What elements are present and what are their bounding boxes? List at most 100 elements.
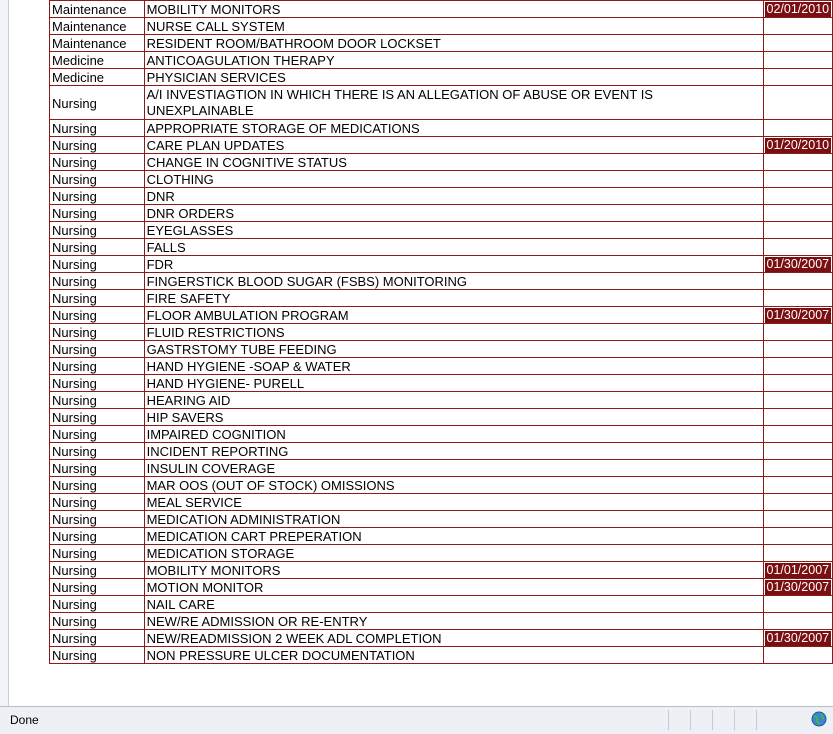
date-cell [762, 238, 833, 256]
department-cell: Nursing [49, 170, 145, 188]
table-row: Nursing DNR [49, 187, 833, 205]
date-cell [762, 527, 833, 545]
topic-cell: ANTICOAGULATION THERAPY [143, 51, 764, 69]
topic-cell: A/I INVESTIAGTION IN WHICH THERE IS AN A… [143, 85, 764, 120]
department-cell: Nursing [49, 595, 145, 613]
department-cell: Nursing [49, 306, 145, 324]
department-cell: Nursing [49, 459, 145, 477]
date-cell [762, 323, 833, 341]
table-row: Nursing MEDICATION STORAGE [49, 544, 833, 562]
department-cell: Nursing [49, 629, 145, 647]
date-cell [762, 476, 833, 494]
department-cell: Nursing [49, 476, 145, 494]
department-cell: Nursing [49, 238, 145, 256]
department-cell: Maintenance [49, 17, 145, 35]
page-content[interactable]: Maintenance MOBILITY MONITORS 02/01/2010 Ma… [9, 0, 833, 706]
date-cell: 01/30/2007 [762, 578, 833, 596]
left-pane-edge [0, 0, 9, 706]
date-cell: 02/01/2010 [762, 0, 833, 18]
topic-cell: RESIDENT ROOM/BATHROOM DOOR LOCKSET [143, 34, 764, 52]
department-cell: Nursing [49, 255, 145, 273]
date-cell [762, 51, 833, 69]
table-row: Nursing NEW/READMISSION 2 WEEK ADL COMPLE… [49, 629, 833, 647]
date-cell [762, 391, 833, 409]
topic-cell: PHYSICIAN SERVICES [143, 68, 764, 86]
date-cell [762, 493, 833, 511]
topic-cell: MEDICATION CART PREPERATION [143, 527, 764, 545]
topic-cell: FALLS [143, 238, 764, 256]
date-cell [762, 68, 833, 86]
topic-cell: FLUID RESTRICTIONS [143, 323, 764, 341]
department-cell: Nursing [49, 340, 145, 358]
table-row: Nursing CLOTHING [49, 170, 833, 188]
table-row: Maintenance RESIDENT ROOM/BATHROOM DOOR L… [49, 34, 833, 52]
date-badge: 01/20/2010 [764, 137, 831, 153]
date-cell [762, 357, 833, 375]
table-row: Nursing HAND HYGIENE- PURELL [49, 374, 833, 392]
date-cell: 01/30/2007 [762, 255, 833, 273]
department-cell: Nursing [49, 153, 145, 171]
department-cell: Nursing [49, 85, 145, 120]
table-row: Medicine ANTICOAGULATION THERAPY [49, 51, 833, 69]
date-cell [762, 595, 833, 613]
topic-cell: INCIDENT REPORTING [143, 442, 764, 460]
table-row: Nursing IMPAIRED COGNITION [49, 425, 833, 443]
status-segment [668, 710, 691, 730]
table-row: Nursing NAIL CARE [49, 595, 833, 613]
table-row: Maintenance NURSE CALL SYSTEM [49, 17, 833, 35]
table-row: Medicine PHYSICIAN SERVICES [49, 68, 833, 86]
table-row: Nursing MEDICATION ADMINISTRATION [49, 510, 833, 528]
date-cell: 01/20/2010 [762, 136, 833, 154]
table-row: Nursing MEAL SERVICE [49, 493, 833, 511]
table-row: Nursing FLUID RESTRICTIONS [49, 323, 833, 341]
date-badge: 01/30/2007 [764, 307, 831, 323]
table-row: Nursing INSULIN COVERAGE [49, 459, 833, 477]
table-row: Nursing NEW/RE ADMISSION OR RE-ENTRY [49, 612, 833, 630]
department-cell: Nursing [49, 119, 145, 137]
topic-cell: HAND HYGIENE -SOAP & WATER [143, 357, 764, 375]
status-segment [756, 710, 807, 730]
topic-cell: CHANGE IN COGNITIVE STATUS [143, 153, 764, 171]
table-row: Nursing NON PRESSURE ULCER DOCUMENTATION [49, 646, 833, 664]
topic-cell: NEW/READMISSION 2 WEEK ADL COMPLETION [143, 629, 764, 647]
date-cell [762, 204, 833, 222]
topic-cell: CLOTHING [143, 170, 764, 188]
date-cell [762, 34, 833, 52]
status-bar: Done [0, 706, 833, 734]
department-cell: Medicine [49, 68, 145, 86]
table-row: Nursing FLOOR AMBULATION PROGRAM 01/30/200… [49, 306, 833, 324]
department-cell: Nursing [49, 544, 145, 562]
topic-cell: MEDICATION ADMINISTRATION [143, 510, 764, 528]
date-cell [762, 544, 833, 562]
department-cell: Nursing [49, 221, 145, 239]
topic-cell: DNR ORDERS [143, 204, 764, 222]
date-cell: 01/30/2007 [762, 629, 833, 647]
date-cell [762, 221, 833, 239]
date-cell [762, 425, 833, 443]
topic-cell: HAND HYGIENE- PURELL [143, 374, 764, 392]
topic-cell: MOTION MONITOR [143, 578, 764, 596]
topic-cell: NEW/RE ADMISSION OR RE-ENTRY [143, 612, 764, 630]
date-cell [762, 187, 833, 205]
table-row: Nursing FDR 01/30/2007 [49, 255, 833, 273]
date-cell [762, 510, 833, 528]
table-row: Nursing MOBILITY MONITORS 01/01/2007 [49, 561, 833, 579]
department-cell: Nursing [49, 204, 145, 222]
topic-cell: MOBILITY MONITORS [143, 0, 764, 18]
date-badge: 01/01/2007 [764, 562, 831, 578]
date-badge: 01/30/2007 [764, 579, 831, 595]
department-cell: Nursing [49, 442, 145, 460]
department-cell: Nursing [49, 391, 145, 409]
table-row: Nursing MOTION MONITOR 01/30/2007 [49, 578, 833, 596]
globe-icon [811, 711, 827, 727]
topic-cell: HEARING AID [143, 391, 764, 409]
topic-cell: APPROPRIATE STORAGE OF MEDICATIONS [143, 119, 764, 137]
department-cell: Maintenance [49, 34, 145, 52]
topic-cell: MOBILITY MONITORS [143, 561, 764, 579]
department-cell: Nursing [49, 374, 145, 392]
date-cell [762, 646, 833, 664]
status-segment [734, 710, 757, 730]
topic-cell: GASTRSTOMY TUBE FEEDING [143, 340, 764, 358]
department-cell: Nursing [49, 527, 145, 545]
topic-cell: FLOOR AMBULATION PROGRAM [143, 306, 764, 324]
